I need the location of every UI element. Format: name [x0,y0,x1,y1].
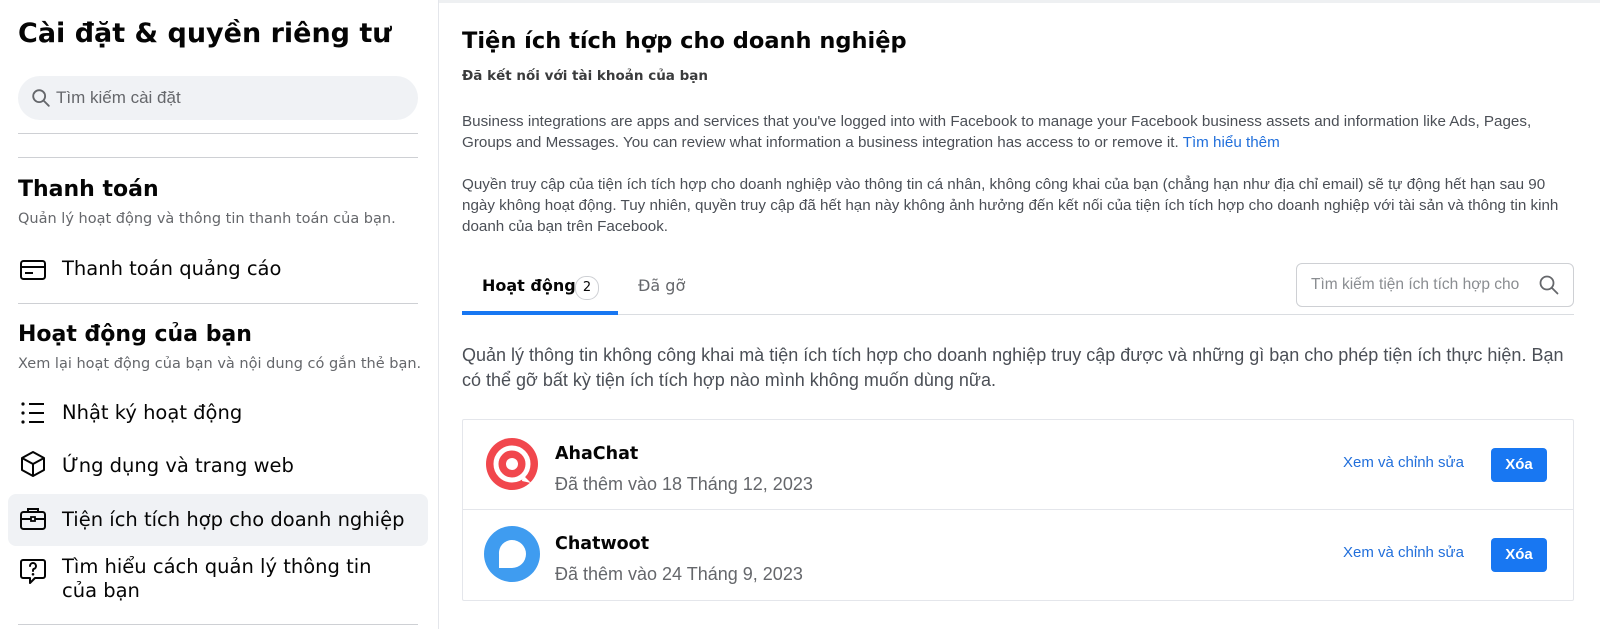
ahachat-logo-icon [486,438,538,490]
briefcase-icon [20,508,46,530]
sidebar-item-label: Tìm hiểu cách quản lý thông tin của bạn [62,555,372,602]
question-bubble-icon [20,559,46,584]
count-badge: 2 [575,276,599,300]
settings-search-input[interactable]: Tìm kiếm cài đặt [18,76,418,120]
sidebar-item-label: Tiện ích tích hợp cho doanh nghiệp [62,508,405,531]
integrations-list: AhaChat Đã thêm vào 18 Tháng 12, 2023 Xe… [462,419,1574,601]
sidebar-item-apps-websites[interactable]: Ứng dụng và trang web [8,443,428,489]
sidebar-item-label: Ứng dụng và trang web [62,454,294,477]
search-placeholder: Tìm kiếm cài đặt [56,88,181,107]
page-subtitle: Đã kết nối với tài khoản của bạn [462,68,709,84]
credit-card-icon [20,260,46,280]
integration-name: AhaChat [555,444,639,464]
section-title-your-activity: Hoạt động của bạn [18,322,252,347]
settings-sidebar: Cài đặt & quyền riêng tư Tìm kiếm cài đặ… [0,0,439,629]
expiry-paragraph: Quyền truy cập của tiện ích tích hợp cho… [462,176,1559,235]
divider [18,303,418,304]
tab-active-indicator [462,311,618,315]
learn-more-link[interactable]: Tìm hiểu thêm [1183,134,1280,151]
section-subtitle-payments: Quản lý hoạt động và thông tin thanh toá… [18,211,396,227]
page-title: Tiện ích tích hợp cho doanh nghiệp [462,28,907,54]
tab-removed[interactable]: Đã gỡ [618,262,708,312]
divider [18,133,418,134]
search-placeholder: Tìm kiếm tiện ích tích hợp cho [1311,276,1520,293]
integration-added-date: Đã thêm vào 18 Tháng 12, 2023 [555,474,813,494]
sidebar-item-ads-payments[interactable]: Thanh toán quảng cáo [8,248,428,292]
section-subtitle-your-activity: Xem lại hoạt động của bạn và nội dung có… [18,356,422,372]
sidebar-item-business-integrations[interactable]: Tiện ích tích hợp cho doanh nghiệp [8,494,428,546]
sidebar-item-label: Thanh toán quảng cáo [62,257,282,280]
management-description: Quản lý thông tin không công khai mà tiệ… [462,345,1564,390]
tab-label: Hoạt động [482,276,576,295]
integration-search-input[interactable]: Tìm kiếm tiện ích tích hợp cho [1296,263,1574,307]
remove-button[interactable]: Xóa [1491,448,1547,482]
section-title-payments: Thanh toán [18,177,159,202]
tab-active[interactable]: Hoạt động 2 [462,262,618,315]
sidebar-item-activity-log[interactable]: Nhật ký hoạt động [8,390,428,436]
sidebar-item-label: Nhật ký hoạt động [62,401,243,424]
remove-button[interactable]: Xóa [1491,538,1547,572]
integration-added-date: Đã thêm vào 24 Tháng 9, 2023 [555,564,803,584]
divider [18,624,418,625]
list-item: Chatwoot Đã thêm vào 24 Tháng 9, 2023 Xe… [463,509,1573,600]
intro-paragraph: Business integrations are apps and servi… [462,111,1574,153]
integration-name: Chatwoot [555,534,650,554]
search-icon [32,89,50,107]
sidebar-title: Cài đặt & quyền riêng tư [18,18,392,49]
intro-text: Business integrations are apps and servi… [462,113,1532,151]
view-edit-link[interactable]: Xem và chỉnh sửa [1343,454,1464,471]
tab-label: Đã gỡ [638,276,686,295]
list-icon [21,402,44,424]
view-edit-link[interactable]: Xem và chỉnh sửa [1343,544,1464,561]
list-item: AhaChat Đã thêm vào 18 Tháng 12, 2023 Xe… [463,420,1573,510]
chatwoot-logo-icon [484,526,540,582]
cube-icon [21,451,45,477]
search-icon [1539,275,1559,295]
divider [18,157,418,158]
sidebar-item-manage-info[interactable]: Tìm hiểu cách quản lý thông tin của bạn [8,552,428,608]
